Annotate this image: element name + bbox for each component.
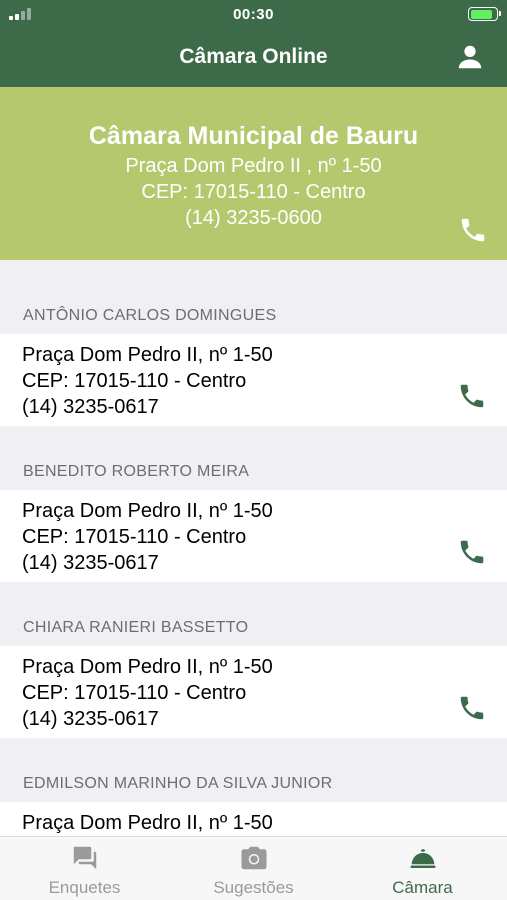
contact-card: Praça Dom Pedro II, nº 1-50 CEP: 17015-1… (0, 646, 507, 738)
phone-icon (460, 696, 484, 720)
call-button[interactable] (457, 537, 487, 567)
contact-cep: CEP: 17015-110 - Centro (22, 370, 247, 392)
contact-cep: CEP: 17015-110 - Centro (22, 526, 247, 548)
status-bar: 00:30 (0, 0, 507, 30)
battery-icon (468, 7, 501, 21)
bell-icon (410, 849, 435, 868)
council-name: Câmara Municipal de Bauru (88, 122, 419, 150)
contact-card: Praça Dom Pedro II, nº 1-50 CEP: 17015-1… (0, 334, 507, 426)
section-header: EDMILSON MARINHO DA SILVA JUNIOR (0, 738, 507, 802)
call-button[interactable] (457, 693, 487, 723)
council-call-button[interactable] (457, 215, 489, 247)
contact-address: Praça Dom Pedro II, nº 1-50 (22, 656, 273, 678)
contact-address: Praça Dom Pedro II, nº 1-50 (22, 500, 273, 522)
section-header: CHIARA RANIERI BASSETTO (0, 582, 507, 646)
council-header-card: Câmara Municipal de Bauru Praça Dom Pedr… (0, 87, 507, 260)
tab-label: Sugestões (213, 878, 294, 897)
contact-address: Praça Dom Pedro II, nº 1-50 (22, 344, 273, 366)
phone-icon (461, 218, 485, 242)
section-header: ANTÔNIO CARLOS DOMINGUES (0, 260, 507, 334)
tab-label: Câmara (392, 878, 453, 897)
call-button[interactable] (457, 381, 487, 411)
status-time: 00:30 (233, 6, 274, 23)
section-header: BENEDITO ROBERTO MEIRA (0, 426, 507, 490)
tab-camara[interactable]: Câmara (338, 837, 507, 900)
person-icon (458, 45, 482, 69)
contact-name: CHIARA RANIERI BASSETTO (23, 619, 249, 636)
contact-name: ANTÔNIO CARLOS DOMINGUES (23, 307, 277, 324)
contact-card: Praça Dom Pedro II, nº 1-50 CEP: 17015-1… (0, 490, 507, 582)
contacts-list[interactable]: ANTÔNIO CARLOS DOMINGUES Praça Dom Pedro… (0, 260, 507, 836)
council-address: Praça Dom Pedro II , nº 1-50 (125, 155, 382, 177)
council-phone: (14) 3235-0600 (185, 207, 322, 229)
tab-sugestoes[interactable]: Sugestões (169, 837, 338, 900)
contact-name: BENEDITO ROBERTO MEIRA (23, 463, 250, 480)
contact-name: EDMILSON MARINHO DA SILVA JUNIOR (23, 775, 333, 792)
phone-icon (460, 540, 484, 564)
contact-cep: CEP: 17015-110 - Centro (22, 682, 247, 704)
page-title: Câmara Online (179, 45, 328, 68)
camera-icon (241, 846, 266, 870)
contact-phone: (14) 3235-0617 (22, 708, 159, 730)
chat-icon (73, 846, 96, 870)
contact-address: Praça Dom Pedro II, nº 1-50 (22, 812, 273, 834)
contact-card: Praça Dom Pedro II, nº 1-50 (0, 802, 507, 836)
tab-bar: Enquetes Sugestões Câmara (0, 836, 507, 900)
tab-enquetes[interactable]: Enquetes (0, 837, 169, 900)
battery-level (470, 9, 493, 19)
phone-icon (460, 384, 484, 408)
contact-phone: (14) 3235-0617 (22, 396, 159, 418)
tab-label: Enquetes (48, 878, 121, 897)
council-cep: CEP: 17015-110 - Centro (141, 181, 366, 203)
profile-button[interactable] (455, 42, 485, 72)
nav-bar: Câmara Online (0, 30, 507, 87)
contact-phone: (14) 3235-0617 (22, 552, 159, 574)
